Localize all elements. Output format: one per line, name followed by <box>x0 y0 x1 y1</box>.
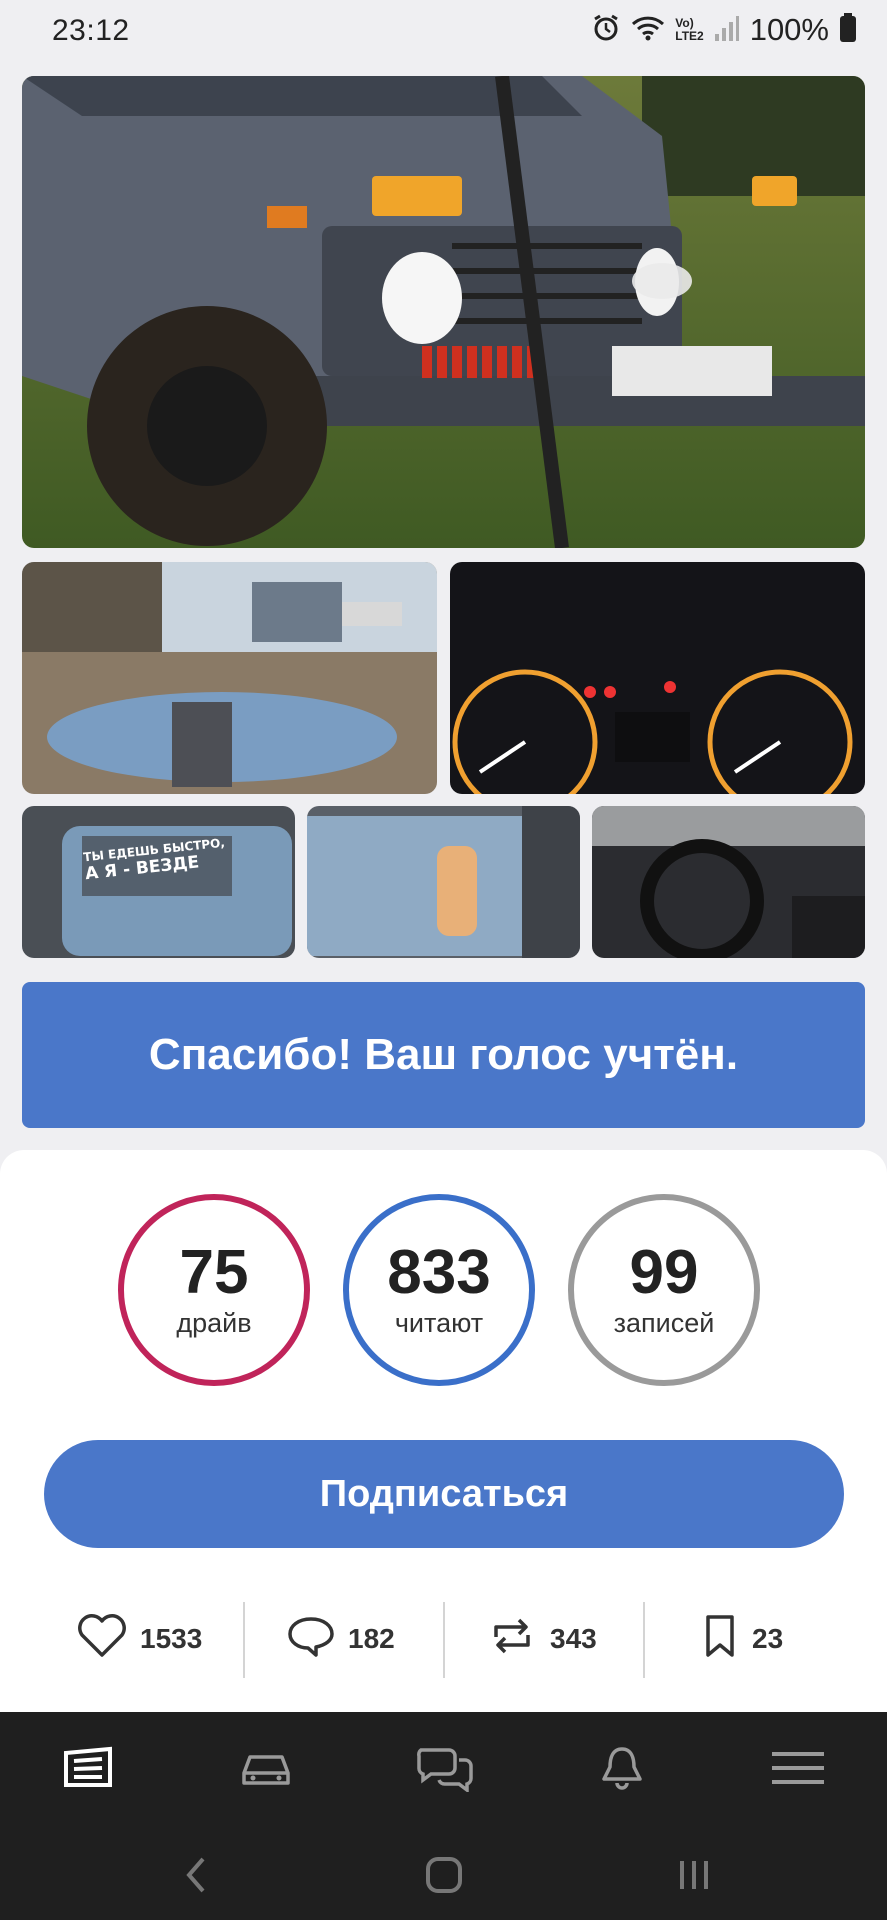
like-button[interactable]: 1533 <box>76 1598 202 1680</box>
nav-notifications[interactable] <box>592 1742 652 1798</box>
repost-button[interactable]: 343 <box>486 1598 597 1680</box>
window-sticker-photo[interactable]: ТЫ ЕДЕШЬ БЫСТРО, А Я - ВЕЗДЕ <box>22 806 295 958</box>
system-back-button[interactable] <box>166 1852 226 1902</box>
stat-followers[interactable]: 833 читают <box>343 1194 535 1386</box>
profile-stats-card: 75 драйв 833 читают 99 записей Подписать… <box>0 1150 887 1712</box>
sticker-photo-icon <box>22 806 295 958</box>
vote-confirmation-banner: Спасибо! Ваш голос учтён. <box>22 982 865 1128</box>
car-photo-icon <box>22 76 865 548</box>
heart-icon <box>76 1613 128 1666</box>
feed-icon <box>60 1745 116 1796</box>
interior-photo-icon <box>592 806 865 958</box>
stat-value: 833 <box>387 1237 491 1307</box>
dashboard-photo-icon <box>450 562 865 794</box>
nav-garage[interactable] <box>236 1742 296 1798</box>
divider <box>643 1602 645 1678</box>
puddle-photo-icon <box>22 562 437 794</box>
comment-icon <box>286 1614 336 1665</box>
sticker-photo-icon <box>307 806 580 958</box>
battery-icon <box>839 12 857 48</box>
signal-icon <box>714 14 740 47</box>
repost-icon <box>486 1613 538 1666</box>
bottom-navigation <box>0 1712 887 1920</box>
nav-feed[interactable] <box>58 1742 118 1798</box>
messages-icon <box>415 1744 473 1797</box>
system-recents-button[interactable] <box>664 1852 724 1902</box>
comments-count: 182 <box>348 1623 395 1654</box>
status-time: 23:12 <box>52 14 130 47</box>
interior-photo[interactable] <box>592 806 865 958</box>
stat-label: записей <box>613 1307 715 1338</box>
stat-label: читают <box>394 1307 484 1338</box>
nav-messages[interactable] <box>414 1742 474 1798</box>
bookmark-icon <box>700 1613 740 1666</box>
car-icon <box>238 1745 294 1796</box>
stat-drive[interactable]: 75 драйв <box>118 1194 310 1386</box>
nav-menu[interactable] <box>768 1742 828 1798</box>
wifi-icon <box>631 14 665 47</box>
hand-sticker-photo[interactable] <box>307 806 580 958</box>
battery-percent: 100% <box>749 12 829 47</box>
bookmark-button[interactable]: 23 <box>700 1598 783 1680</box>
dashboard-photo[interactable] <box>450 562 865 794</box>
stat-value: 99 <box>629 1237 699 1307</box>
notifications-icon <box>598 1743 646 1798</box>
status-icons: Vo) LTE2 100% <box>591 12 857 48</box>
subscribe-button[interactable]: Подписаться <box>44 1440 844 1548</box>
stat-posts[interactable]: 99 записей <box>568 1194 760 1386</box>
divider <box>243 1602 245 1678</box>
stat-label: драйв <box>176 1307 252 1338</box>
back-icon <box>181 1855 211 1900</box>
puddle-photo[interactable] <box>22 562 437 794</box>
status-bar: 23:12 Vo) LTE2 100% <box>0 0 887 66</box>
comments-button[interactable]: 182 <box>286 1598 395 1680</box>
vote-confirmation-text: Спасибо! Ваш голос учтён. <box>148 1030 739 1079</box>
system-home-button[interactable] <box>414 1852 474 1902</box>
alarm-icon <box>591 13 621 48</box>
divider <box>443 1602 445 1678</box>
stat-value: 75 <box>179 1237 249 1307</box>
bookmarks-count: 23 <box>752 1623 784 1654</box>
reposts-count: 343 <box>550 1623 597 1654</box>
likes-count: 1533 <box>140 1623 203 1654</box>
network-type-label: Vo) LTE2 <box>675 16 704 43</box>
recents-icon <box>674 1855 714 1900</box>
menu-icon <box>770 1748 826 1793</box>
main-photo[interactable] <box>22 76 865 548</box>
action-bar: 1533 182 343 23 <box>0 1598 887 1680</box>
home-icon <box>424 1855 464 1900</box>
